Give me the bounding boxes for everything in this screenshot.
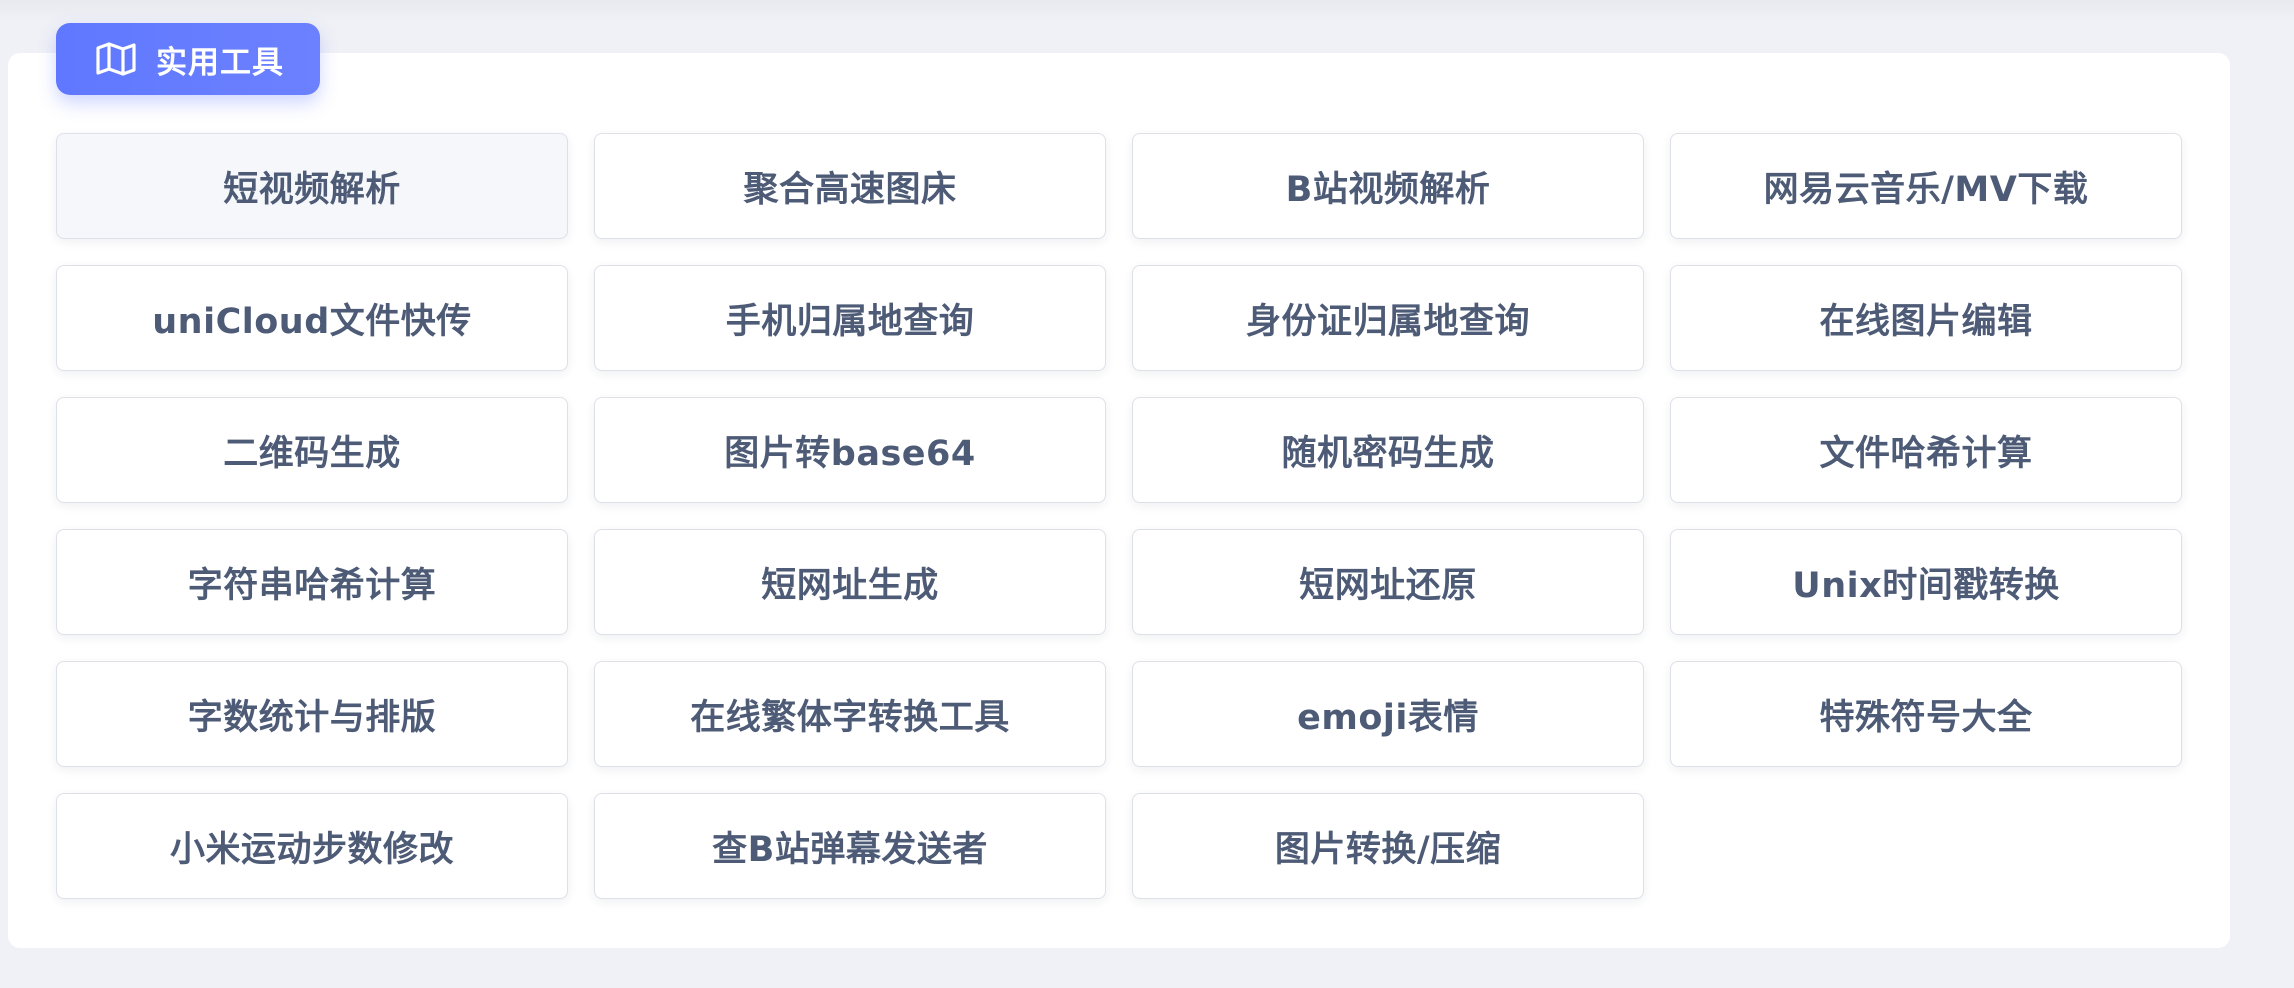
tool-label: 小米运动步数修改	[169, 829, 454, 870]
tool-card-traditional-chinese-converter[interactable]: 在线繁体字转换工具	[594, 661, 1106, 767]
tool-label: 身份证归属地查询	[1245, 301, 1530, 342]
tool-label: 字数统计与排版	[187, 697, 437, 738]
tool-card-string-hash[interactable]: 字符串哈希计算	[56, 529, 568, 635]
tool-card-short-url-generator[interactable]: 短网址生成	[594, 529, 1106, 635]
section-title: 实用工具	[156, 44, 284, 81]
tool-label: 图片转base64	[724, 433, 976, 474]
section-header-badge: 实用工具	[56, 23, 320, 95]
tool-label: 图片转换/压缩	[1274, 829, 1502, 870]
tool-card-bilibili-danmaku-sender[interactable]: 查B站弹幕发送者	[594, 793, 1106, 899]
tool-card-special-symbols[interactable]: 特殊符号大全	[1670, 661, 2182, 767]
tool-card-emoji[interactable]: emoji表情	[1132, 661, 1644, 767]
tool-label: 查B站弹幕发送者	[712, 829, 988, 870]
tool-card-phone-location-lookup[interactable]: 手机归属地查询	[594, 265, 1106, 371]
tool-label: 聚合高速图床	[743, 169, 957, 210]
tool-card-online-image-editor[interactable]: 在线图片编辑	[1670, 265, 2182, 371]
tool-label: B站视频解析	[1285, 169, 1491, 210]
tool-card-unicloud-file-transfer[interactable]: uniCloud文件快传	[56, 265, 568, 371]
tool-label: 在线图片编辑	[1819, 301, 2033, 342]
tool-card-short-video-parse[interactable]: 短视频解析	[56, 133, 568, 239]
tool-label: uniCloud文件快传	[152, 301, 472, 342]
tool-card-mi-steps-modify[interactable]: 小米运动步数修改	[56, 793, 568, 899]
tool-label: 随机密码生成	[1281, 433, 1495, 474]
tool-label: 字符串哈希计算	[187, 565, 437, 606]
tool-card-bilibili-video-parse[interactable]: B站视频解析	[1132, 133, 1644, 239]
tool-card-image-convert-compress[interactable]: 图片转换/压缩	[1132, 793, 1644, 899]
tool-label: 文件哈希计算	[1819, 433, 2033, 474]
tool-label: 手机归属地查询	[725, 301, 975, 342]
tool-label: 短视频解析	[223, 169, 401, 210]
tool-label: 短网址生成	[761, 565, 939, 606]
tool-label: 在线繁体字转换工具	[690, 697, 1010, 738]
tool-card-word-count[interactable]: 字数统计与排版	[56, 661, 568, 767]
tool-card-qr-code-generator[interactable]: 二维码生成	[56, 397, 568, 503]
tool-label: 特殊符号大全	[1819, 697, 2033, 738]
tool-label: emoji表情	[1297, 697, 1479, 738]
tool-label: Unix时间戳转换	[1792, 565, 2060, 606]
tool-card-image-hosting[interactable]: 聚合高速图床	[594, 133, 1106, 239]
tool-card-unix-timestamp[interactable]: Unix时间戳转换	[1670, 529, 2182, 635]
tool-label: 网易云音乐/MV下载	[1763, 169, 2089, 210]
tools-grid: 短视频解析 聚合高速图床 B站视频解析 网易云音乐/MV下载 uniCloud文…	[56, 133, 2186, 899]
tool-card-id-card-location-lookup[interactable]: 身份证归属地查询	[1132, 265, 1644, 371]
tool-card-image-to-base64[interactable]: 图片转base64	[594, 397, 1106, 503]
tool-label: 短网址还原	[1299, 565, 1477, 606]
tool-card-short-url-restore[interactable]: 短网址还原	[1132, 529, 1644, 635]
tool-card-file-hash[interactable]: 文件哈希计算	[1670, 397, 2182, 503]
tool-card-netease-music-download[interactable]: 网易云音乐/MV下载	[1670, 133, 2182, 239]
tool-label: 二维码生成	[223, 433, 401, 474]
top-shade	[0, 0, 2294, 22]
map-icon	[94, 40, 138, 78]
tool-card-random-password[interactable]: 随机密码生成	[1132, 397, 1644, 503]
